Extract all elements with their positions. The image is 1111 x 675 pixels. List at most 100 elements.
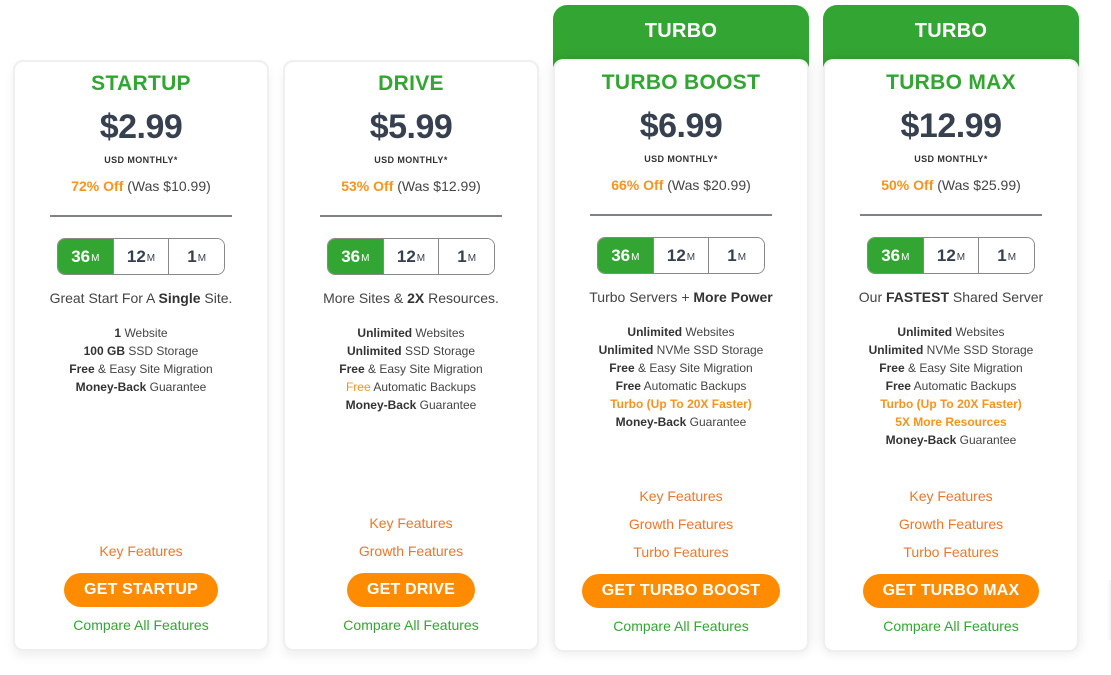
feature-item: Turbo (Up To 20X Faster) [555, 395, 807, 413]
term-months: 36 [611, 245, 631, 265]
tagline-pre: More Sites & [323, 290, 408, 306]
plan-card: TURBO BOOST $6.99 USD MONTHLY* 66% Off (… [553, 59, 809, 652]
feature-item: 5X More Resources [825, 413, 1077, 431]
billing-term: USD MONTHLY* [644, 154, 718, 164]
get-plan-button[interactable]: GET DRIVE [346, 573, 476, 607]
feature-highlight: Unlimited [346, 344, 402, 358]
feature-link-key-features[interactable]: Key Features [285, 509, 537, 537]
feature-item: Free Automatic Backups [555, 377, 807, 395]
plan-card: TURBO MAX $12.99 USD MONTHLY* 50% Off (W… [823, 59, 1079, 652]
divider [590, 214, 772, 216]
tagline-post: Site. [200, 290, 233, 306]
term-option-36m[interactable]: 36 M [598, 238, 653, 273]
term-option-1m[interactable]: 1M [978, 238, 1034, 273]
term-option-12m[interactable]: 12 M [922, 238, 979, 273]
compare-all-features-link[interactable]: Compare All Features [15, 617, 267, 633]
term-option-36m[interactable]: 36 M [328, 239, 383, 274]
feature-item: Unlimited NVMe SSD Storage [825, 341, 1077, 359]
term-option-1m[interactable]: 1M [438, 239, 494, 274]
term-months: 1 [187, 246, 197, 266]
term-unit: M [416, 253, 426, 264]
feature-text: & Easy Site Migration [634, 361, 753, 375]
term-option-12m[interactable]: 12 M [112, 239, 169, 274]
feature-link-growth-features[interactable]: Growth Features [825, 510, 1077, 538]
feature-text: SSD Storage [401, 344, 476, 358]
feature-link-growth-features[interactable]: Growth Features [555, 510, 807, 538]
term-months: 1 [997, 245, 1007, 265]
feature-highlight: Turbo (Up To 20X Faster) [610, 397, 752, 411]
term-unit: M [467, 253, 477, 264]
page-edge-shadow [1107, 580, 1111, 640]
feature-highlight: Free [609, 361, 635, 375]
feature-list: Unlimited Websites Unlimited NVMe SSD Sto… [555, 323, 807, 431]
term-months: 12 [126, 246, 146, 266]
feature-link-key-features[interactable]: Key Features [825, 482, 1077, 510]
original-price: (Was $10.99) [127, 178, 211, 194]
plan-footer: Key Features Growth Features Turbo Feature… [825, 482, 1077, 634]
feature-item: Unlimited NVMe SSD Storage [555, 341, 807, 359]
feature-highlight: 5X More Resources [895, 415, 1007, 429]
feature-highlight: Money-Back [75, 380, 147, 394]
feature-highlight: Money-Back [345, 398, 417, 412]
term-unit: M [737, 252, 747, 263]
plan-name: TURBO BOOST [601, 71, 761, 94]
get-plan-button[interactable]: GET TURBO BOOST [581, 574, 781, 608]
tagline-pre: Turbo Servers + [589, 289, 694, 305]
term-option-12m[interactable]: 12 M [382, 239, 439, 274]
feature-highlight: Unlimited [897, 325, 953, 339]
feature-text: Automatic Backups [640, 379, 747, 393]
term-option-1m[interactable]: 1M [168, 239, 224, 274]
feature-text: Websites [952, 325, 1005, 339]
feature-link-key-features[interactable]: Key Features [15, 537, 267, 565]
divider [50, 215, 232, 217]
feature-highlight: Free [339, 362, 365, 376]
feature-text: & Easy Site Migration [904, 361, 1023, 375]
divider [860, 214, 1042, 216]
compare-all-features-link[interactable]: Compare All Features [285, 617, 537, 633]
feature-link-growth-features[interactable]: Growth Features [285, 537, 537, 565]
feature-links: Key Features [15, 537, 267, 565]
plan-tagline: Our FASTEST Shared Server [825, 289, 1077, 305]
compare-all-features-link[interactable]: Compare All Features [825, 618, 1077, 634]
feature-item: Money-Back Guarantee [285, 396, 537, 414]
term-unit: M [686, 252, 696, 263]
discount-line: 66% Off (Was $20.99) [555, 177, 807, 193]
feature-item: Free & Easy Site Migration [825, 359, 1077, 377]
term-months: 12 [936, 245, 956, 265]
term-unit: M [956, 252, 966, 263]
feature-highlight: Unlimited [627, 325, 683, 339]
term-unit: M [1007, 252, 1017, 263]
plan-startup: STARTUP $2.99 USD MONTHLY* 72% Off (Was … [13, 60, 269, 651]
plan-price: $2.99 [99, 108, 183, 146]
term-months: 12 [666, 245, 686, 265]
feature-links: Key Features Growth Features Turbo Feature… [555, 482, 807, 566]
term-unit: M [197, 253, 207, 264]
feature-text: Guarantee [686, 415, 747, 429]
feature-highlight: Unlimited [868, 343, 924, 357]
plan-card: DRIVE $5.99 USD MONTHLY* 53% Off (Was $1… [283, 60, 539, 651]
feature-link-turbo-features[interactable]: Turbo Features [825, 538, 1077, 566]
tagline-post: Resources. [424, 290, 499, 306]
plan-price: $12.99 [900, 107, 1003, 145]
feature-text: & Easy Site Migration [94, 362, 213, 376]
feature-link-key-features[interactable]: Key Features [555, 482, 807, 510]
term-unit: M [901, 252, 910, 263]
compare-all-features-link[interactable]: Compare All Features [555, 618, 807, 634]
tagline-pre: Great Start For A [49, 290, 159, 306]
get-plan-button[interactable]: GET TURBO MAX [862, 574, 1040, 608]
divider [320, 215, 502, 217]
term-unit: M [91, 253, 100, 264]
discount-percent: 53% Off [341, 178, 394, 194]
discount-percent: 72% Off [71, 178, 124, 194]
feature-link-turbo-features[interactable]: Turbo Features [555, 538, 807, 566]
term-option-1m[interactable]: 1M [708, 238, 764, 273]
feature-text: & Easy Site Migration [364, 362, 483, 376]
get-plan-button[interactable]: GET STARTUP [64, 573, 218, 607]
term-option-36m[interactable]: 36 M [868, 238, 923, 273]
plan-name: DRIVE [378, 72, 444, 95]
feature-item: Unlimited Websites [825, 323, 1077, 341]
term-option-12m[interactable]: 12 M [652, 238, 709, 273]
term-option-36m[interactable]: 36 M [58, 239, 113, 274]
turbo-ribbon: TURBO [823, 5, 1079, 67]
plan-price: $6.99 [639, 107, 723, 145]
